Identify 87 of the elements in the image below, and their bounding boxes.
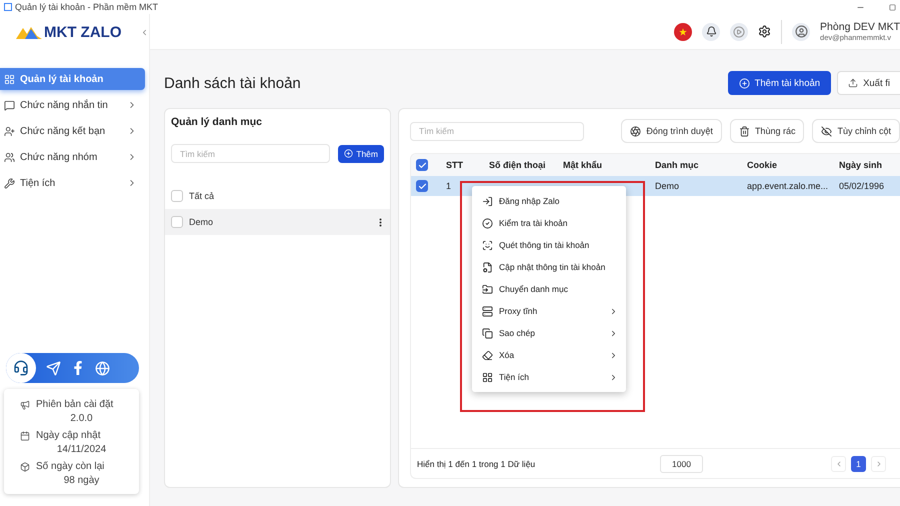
column-header: STT bbox=[446, 160, 464, 170]
plus-circle-icon bbox=[344, 149, 354, 158]
wrench-icon bbox=[4, 178, 15, 188]
page-title: Danh sách tài khoản bbox=[164, 74, 301, 92]
eye-off-icon bbox=[821, 126, 832, 136]
file-gear-icon bbox=[482, 262, 493, 272]
pagination-info: Hiển thị 1 đến 1 trong 1 Dữ liệu bbox=[417, 458, 536, 468]
logo-icon bbox=[16, 25, 42, 39]
table-cell-text: app.event.zalo.me... bbox=[747, 181, 830, 191]
table-cell-text: 05/02/1996 bbox=[839, 181, 886, 191]
info-value: 2.0.0 bbox=[70, 413, 93, 424]
table-cell-text: Demo bbox=[655, 181, 680, 191]
search-field[interactable]: Tìm kiếm bbox=[171, 144, 330, 163]
menu-item[interactable]: Xóa bbox=[472, 344, 626, 366]
add-account-button[interactable]: Thêm tài khoản bbox=[728, 71, 832, 95]
category-item[interactable]: Tất cả bbox=[165, 183, 390, 209]
sidebar-item[interactable]: Chức năng kết bạn bbox=[0, 120, 145, 142]
info-label: Số ngày còn lại bbox=[36, 461, 104, 472]
column-header: Mật khẩu bbox=[563, 160, 604, 170]
settings-icon[interactable] bbox=[758, 25, 772, 38]
eraser-icon bbox=[482, 350, 493, 360]
toolbar-button[interactable]: Tùy chỉnh cột bbox=[812, 119, 900, 143]
megaphone-icon bbox=[20, 400, 30, 410]
grid-icon bbox=[4, 74, 15, 84]
menu-item[interactable]: Cập nhật thông tin tài khoản bbox=[472, 256, 626, 278]
users-icon bbox=[4, 152, 15, 162]
bell-icon[interactable] bbox=[702, 22, 720, 40]
column-header: Ngày sinh bbox=[839, 160, 884, 170]
flag-icon[interactable] bbox=[674, 22, 692, 40]
browser-icon bbox=[630, 126, 642, 136]
menu-item[interactable]: Tiện ích bbox=[472, 366, 626, 388]
toolbar-button[interactable]: Thùng rác bbox=[730, 119, 804, 143]
add-button[interactable]: Thêm bbox=[338, 144, 384, 162]
collapse-icon[interactable] bbox=[140, 28, 149, 36]
more-icon[interactable] bbox=[379, 218, 382, 226]
column-header: Danh mục bbox=[655, 160, 700, 170]
export-button[interactable]: Xuất fi bbox=[837, 71, 900, 95]
logo-text: MKT ZALO bbox=[44, 24, 122, 40]
copy-icon bbox=[482, 328, 493, 338]
play-icon[interactable] bbox=[730, 22, 748, 40]
menu-item[interactable]: Sao chép bbox=[472, 322, 626, 344]
app-icon bbox=[4, 3, 12, 11]
info-label: Phiên bản cài đặt bbox=[36, 399, 114, 410]
category-item[interactable]: Demo bbox=[165, 209, 390, 235]
info-value: 98 ngày bbox=[64, 475, 100, 486]
server-icon bbox=[482, 306, 493, 316]
checkbox[interactable] bbox=[171, 216, 183, 228]
upload-icon bbox=[848, 78, 858, 88]
folder-move-icon bbox=[482, 284, 493, 294]
toolbar-button[interactable]: Đóng trình duyệt bbox=[621, 119, 722, 143]
chat-icon bbox=[4, 100, 15, 110]
restore-icon[interactable] bbox=[889, 4, 896, 10]
add-user-icon bbox=[4, 126, 15, 136]
page-button[interactable]: 1 bbox=[851, 456, 866, 472]
info-value: 14/11/2024 bbox=[56, 444, 106, 455]
sidebar-item[interactable]: Tiện ích bbox=[0, 172, 145, 194]
info-label: Ngày cập nhật bbox=[36, 430, 100, 441]
telegram-icon[interactable] bbox=[46, 360, 61, 376]
sidebar-item[interactable]: Chức năng nhóm bbox=[0, 146, 145, 168]
login-icon bbox=[482, 196, 493, 206]
column-header: Số điện thoại bbox=[489, 160, 547, 170]
checkbox[interactable] bbox=[416, 159, 428, 171]
panel-title: Quản lý danh mục bbox=[170, 116, 264, 130]
menu-item[interactable]: Quét thông tin tài khoản bbox=[472, 234, 626, 256]
globe-icon[interactable] bbox=[95, 360, 110, 376]
sidebar-item[interactable]: Quản lý tài khoản bbox=[0, 68, 145, 90]
avatar-icon[interactable] bbox=[792, 22, 810, 40]
window-title: Quản lý tài khoản - Phần mềm MKT bbox=[15, 2, 158, 12]
check-circle-icon bbox=[482, 218, 493, 228]
scan-icon bbox=[482, 240, 493, 250]
box-icon bbox=[20, 462, 30, 472]
sidebar-item[interactable]: Chức năng nhắn tin bbox=[0, 94, 145, 116]
column-header: Cookie bbox=[747, 160, 778, 170]
plus-circle-icon bbox=[738, 78, 750, 88]
menu-item[interactable]: Kiểm tra tài khoản bbox=[472, 212, 626, 234]
search-field[interactable]: Tìm kiếm bbox=[410, 122, 584, 140]
user-name: Phòng DEV MKT bbox=[820, 21, 900, 33]
trash-icon bbox=[738, 126, 750, 136]
support-icon[interactable] bbox=[13, 360, 29, 376]
checkbox[interactable] bbox=[171, 190, 183, 202]
menu-item[interactable]: Proxy tĩnh bbox=[472, 300, 626, 322]
page-size-field[interactable]: 1000 bbox=[660, 454, 703, 472]
grid-icon bbox=[482, 372, 493, 382]
checkbox[interactable] bbox=[416, 180, 428, 192]
menu-item[interactable]: Chuyển danh mục bbox=[472, 278, 626, 300]
calendar-icon bbox=[20, 430, 30, 440]
table-cell-text: 1 bbox=[446, 181, 452, 191]
